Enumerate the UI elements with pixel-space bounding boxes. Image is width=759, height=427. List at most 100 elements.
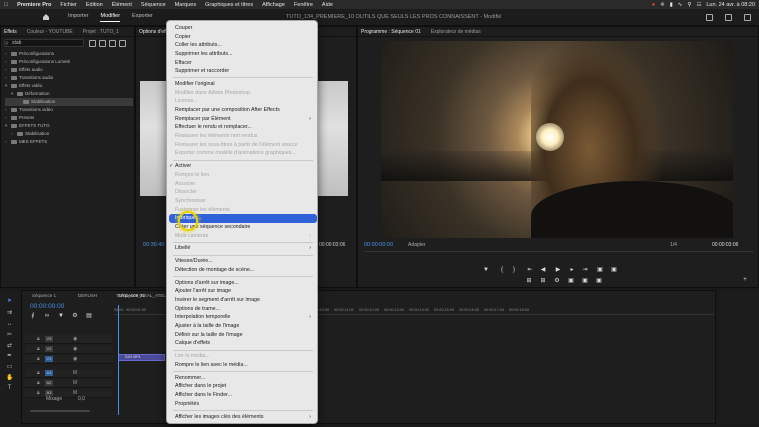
bluetooth-icon[interactable]: ※ [660,2,665,8]
menu-graphiques[interactable]: Graphiques et titres [205,2,253,8]
go-to-in-icon[interactable]: ⇤ [527,267,533,273]
extract-icon[interactable]: ▣ [611,267,617,273]
context-menu-item[interactable]: Renommer... [167,374,317,383]
context-menu-item[interactable]: Supprimer et raccorder [167,67,317,76]
timeline-clip[interactable]: DJI0 MP4 [118,354,165,361]
menu-marques[interactable]: Marques [175,2,196,8]
seq-tab-1[interactable]: Séquence 1 [32,293,56,298]
tab-programme[interactable]: Programme : Séquence 01 [361,29,421,35]
program-fit-select[interactable]: Adapter [408,242,426,248]
vr-icon[interactable]: ▣ [568,278,574,284]
comparison-icon[interactable]: ▣ [582,278,588,284]
selection-tool-icon[interactable]: ➤ [6,298,13,305]
menu-fichier[interactable]: Fichier [60,2,77,8]
effects-tree-item[interactable]: › Transitions audio [5,74,133,82]
new-folder-icon[interactable] [119,40,126,47]
wifi-icon[interactable]: ∿ [678,2,683,8]
effects-search-input[interactable]: stab [4,39,84,47]
accelerated-effects-icon[interactable] [89,40,96,47]
insert-icon[interactable]: ⊞ [526,278,532,284]
program-ratio[interactable]: 1/4 [670,242,677,248]
captions-icon[interactable]: ▤ [86,313,92,319]
type-tool-icon[interactable]: T [6,385,13,392]
context-menu-item[interactable]: Rompre le lien avec le média... [167,361,317,370]
context-menu-item[interactable]: Effectuer le rendu et remplacer... [167,123,317,132]
mark-out-icon[interactable]: } [511,267,517,273]
context-menu-item[interactable]: Supprimer les attributs... [167,50,317,59]
effects-tree-item[interactable]: › Stabilisation [5,130,133,138]
quick-export-icon[interactable] [725,13,732,21]
mute-icon[interactable]: M [73,390,77,396]
source-timecode[interactable]: 00:36:40 [143,242,164,248]
apple-icon[interactable]:  [4,2,8,8]
yuv-effects-icon[interactable] [109,40,116,47]
linked-selection-icon[interactable]: ∞ [44,313,50,319]
mute-icon[interactable]: M [73,370,77,376]
context-menu-item[interactable]: Options d'arrêt sur image... [167,279,317,288]
eye-icon[interactable]: ◉ [73,346,77,352]
track-label[interactable]: V1 [45,356,53,362]
program-scrub-bar[interactable] [364,251,754,252]
context-menu-item[interactable]: Insérer le segment d'arrêt sur image [167,296,317,305]
overwrite-icon[interactable]: ⊞ [540,278,546,284]
context-menu-item[interactable]: Vitesse/Durée... [167,257,317,266]
add-marker-icon[interactable]: ▼ [483,267,489,273]
context-menu-item[interactable]: Ajouter l'arrêt sur image [167,287,317,296]
home-icon[interactable] [42,13,50,21]
context-menu-item[interactable]: Effacer [167,59,317,68]
effects-tree-item[interactable]: › Transitions vidéo [5,106,133,114]
lock-icon[interactable]: 🔒︎ [37,346,40,352]
record-icon[interactable]: ● [652,2,655,8]
lock-icon[interactable]: 🔒︎ [37,390,40,396]
tab-explorateur-medias[interactable]: Explorateur de médias [431,29,481,35]
audio-track-header[interactable]: 🔒︎ A3 M [25,389,113,398]
multicam-icon[interactable]: ▣ [596,278,602,284]
video-track-header[interactable]: 🔒︎ V3 ◉ [25,335,113,344]
add-button-icon[interactable]: + [742,277,748,283]
context-menu-item[interactable]: Afficher les images clés des éléments › [167,413,317,422]
context-menu-item[interactable]: Détection de montage de scène... [167,266,317,275]
track-label[interactable]: V3 [45,336,53,342]
effects-tree-item[interactable]: › MES EFFETS [5,138,133,146]
lock-icon[interactable]: 🔒︎ [37,356,40,362]
effects-tree-item[interactable]: › Presets [5,114,133,122]
program-timecode[interactable]: 00:00:00:00 [364,242,393,248]
context-menu-item[interactable]: Calque d'effets [167,339,317,348]
tab-projet[interactable]: Projet : TUTO_1 [83,29,119,35]
tab-couleur[interactable]: Couleur - YOUTUBE [27,29,73,35]
export-frame-icon[interactable]: ⚙ [554,278,560,284]
timeline-settings-icon[interactable]: ⚙ [72,313,78,319]
menu-sequence[interactable]: Séquence [141,2,166,8]
context-menu-item[interactable]: Options de trame... [167,305,317,314]
razor-tool-icon[interactable]: ✂ [6,332,13,339]
fullscreen-icon[interactable] [744,13,751,21]
tab-effets[interactable]: Effets [4,29,17,35]
step-back-icon[interactable]: ◀ [540,267,546,273]
lock-icon[interactable]: 🔒︎ [37,370,40,376]
tab-modifier[interactable]: Modifier [100,13,121,22]
master-track-value[interactable]: 0,0 [78,396,85,402]
effects-tree-item[interactable]: ▾ Déformation [5,90,133,98]
effects-tree-item[interactable]: ▾ EFFETS TUTO [5,122,133,130]
eye-icon[interactable]: ◉ [73,356,77,362]
effects-tree-item[interactable]: Stabilisation [5,98,133,106]
lock-icon[interactable]: 🔒︎ [37,380,40,386]
menu-element[interactable]: Élément [112,2,132,8]
menu-app-name[interactable]: Premiere Pro [17,2,51,8]
menu-fenetre[interactable]: Fenêtre [294,2,313,8]
menu-affichage[interactable]: Affichage [262,2,285,8]
track-label[interactable]: V2 [45,346,53,352]
effects-tree-item[interactable]: ▾ Effets vidéo [5,82,133,90]
seq-tab-derush[interactable]: DERUSH [78,293,97,298]
slip-tool-icon[interactable]: ⇄ [6,343,13,350]
playhead[interactable] [118,305,119,415]
lift-icon[interactable]: ▣ [597,267,603,273]
menu-edition[interactable]: Edition [86,2,103,8]
context-menu-item[interactable]: Remplacer par Élément › [167,115,317,124]
video-track-header[interactable]: 🔒︎ V2 ◉ [25,345,113,354]
snap-icon[interactable]: ∮ [30,313,36,319]
track-label[interactable]: A2 [45,380,53,386]
mark-in-icon[interactable]: { [499,267,505,273]
tab-importer[interactable]: Importer [68,13,88,21]
eye-icon[interactable]: ◉ [73,336,77,342]
